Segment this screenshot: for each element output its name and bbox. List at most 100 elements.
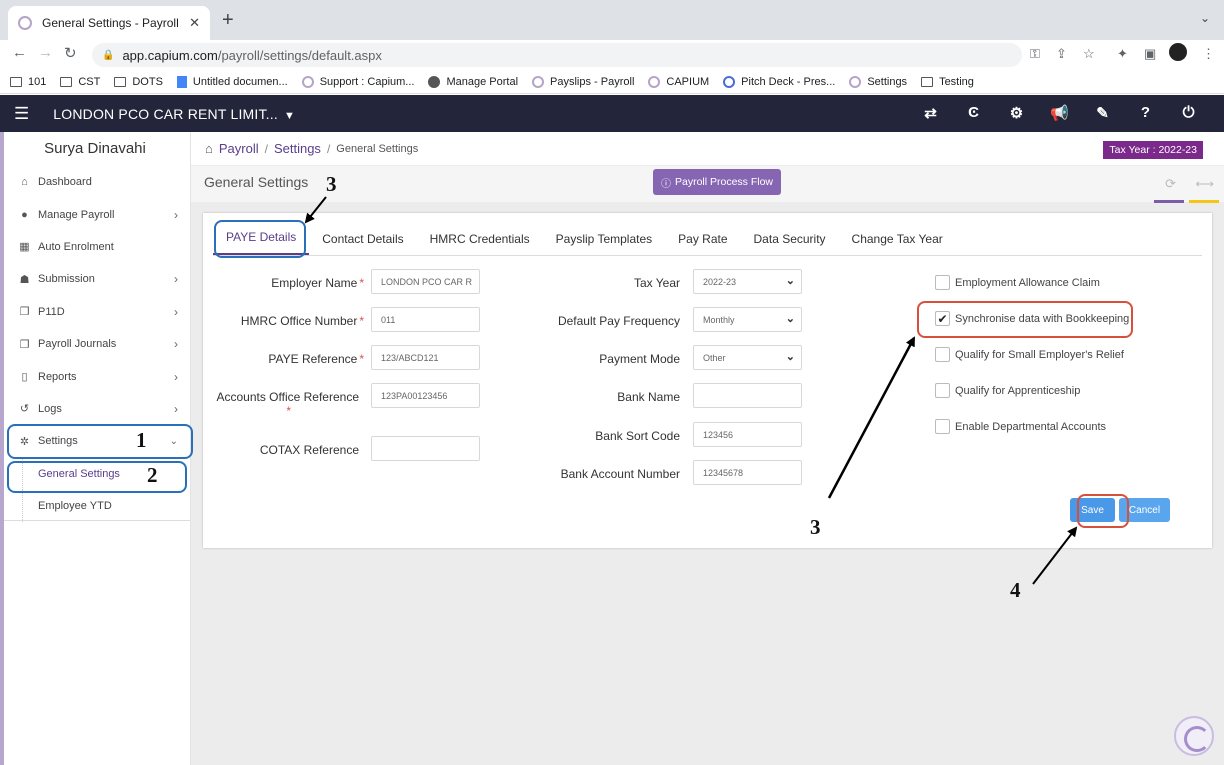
- expand-icon[interactable]: ⟷: [1195, 176, 1214, 192]
- url-input[interactable]: 🔒 app.capium.com/payroll/settings/defaul…: [92, 43, 1022, 67]
- capium-icon[interactable]: Ͼ: [952, 104, 995, 122]
- network-icon[interactable]: ⚙: [995, 104, 1038, 122]
- bookmark-item[interactable]: Pitch Deck - Pres...: [723, 75, 835, 88]
- chevron-down-icon: ⌄: [785, 275, 795, 287]
- sidebar-item-dashboard[interactable]: ⌂ Dashboard: [0, 166, 190, 198]
- bookmark-item[interactable]: Support : Capium...: [301, 75, 414, 88]
- small-employer-relief-checkbox[interactable]: Qualify for Small Employer's Relief: [935, 347, 1124, 362]
- tab-payslip-templates[interactable]: Payslip Templates: [543, 232, 666, 255]
- bookmark-label: Manage Portal: [446, 75, 519, 88]
- key-icon[interactable]: ⚿: [1030, 46, 1040, 62]
- bookmark-item[interactable]: CST: [60, 76, 100, 88]
- back-icon[interactable]: ←: [12, 44, 27, 61]
- browser-tab[interactable]: General Settings - Payroll ✕: [8, 6, 210, 40]
- power-icon[interactable]: ⏻: [1167, 104, 1210, 122]
- required-mark: *: [359, 276, 364, 290]
- sidebar-item-reports[interactable]: ▯ Reports ›: [0, 360, 190, 392]
- breadcrumb-settings[interactable]: Settings: [274, 141, 321, 156]
- main-content: ⌂ Payroll / Settings / General Settings …: [191, 132, 1224, 765]
- sidebar-item-p11d[interactable]: ❐ P11D ›: [0, 296, 190, 328]
- checkbox-label: Qualify for Apprenticeship: [955, 384, 1081, 397]
- tab-data-security[interactable]: Data Security: [741, 232, 839, 255]
- departmental-accounts-checkbox[interactable]: Enable Departmental Accounts: [935, 419, 1106, 434]
- menu-kebab-icon[interactable]: ⋮: [1202, 46, 1215, 62]
- bookmark-item[interactable]: Settings: [849, 75, 907, 88]
- sidebar-item-label: Dashboard: [38, 176, 92, 189]
- history-icon: ↺: [19, 403, 30, 416]
- apprenticeship-checkbox[interactable]: Qualify for Apprenticeship: [935, 383, 1080, 398]
- paye-reference-field[interactable]: 123/ABCD121: [371, 345, 480, 370]
- tab-change-tax-year[interactable]: Change Tax Year: [839, 232, 956, 255]
- sidebar-subitem-label: Employee YTD: [38, 499, 112, 512]
- profile-avatar[interactable]: [1169, 43, 1187, 61]
- users-icon: ☗: [19, 273, 30, 286]
- sidebar-item-auto-enrolment[interactable]: ▦ Auto Enrolment: [0, 231, 190, 263]
- url-path: /payroll/settings/default.aspx: [217, 47, 382, 63]
- accent-bar-purple: [1154, 200, 1184, 203]
- hamburger-menu-icon[interactable]: ☰: [14, 104, 29, 124]
- bookmark-item[interactable]: CAPIUM: [648, 75, 709, 88]
- tax-year-select[interactable]: 2022-23 ⌄: [693, 269, 802, 294]
- employer-name-field[interactable]: LONDON PCO CAR R: [371, 269, 480, 294]
- grid-icon: ▦: [19, 241, 30, 254]
- bookmark-item[interactable]: Payslips - Payroll: [532, 75, 634, 88]
- annotation-number-1: 1: [136, 428, 147, 452]
- accounts-office-reference-field[interactable]: 123PA00123456: [371, 383, 480, 408]
- payment-mode-select[interactable]: Other ⌄: [693, 345, 802, 370]
- share-icon[interactable]: ⇪: [1056, 46, 1067, 62]
- tab-search-chevron-icon[interactable]: ⌄: [1200, 11, 1210, 25]
- sidebar-subitem-employee-ytd[interactable]: Employee YTD: [0, 489, 190, 522]
- page-title-bar: General Settings ⓘ Payroll Process Flow ⟳…: [191, 166, 1224, 202]
- sidebar-item-label: Reports: [38, 370, 77, 383]
- tab-hmrc-credentials[interactable]: HMRC Credentials: [417, 232, 543, 255]
- bookmark-item[interactable]: Manage Portal: [428, 75, 519, 88]
- annotation-box-sync-checkbox: [917, 301, 1133, 338]
- breadcrumb-payroll[interactable]: Payroll: [219, 141, 259, 156]
- extensions-icon[interactable]: ✦: [1117, 46, 1128, 62]
- payroll-process-flow-button[interactable]: ⓘ Payroll Process Flow: [653, 169, 781, 195]
- reload-icon[interactable]: ↻: [64, 44, 77, 62]
- sidebar-item-logs[interactable]: ↺ Logs ›: [0, 393, 190, 425]
- help-icon[interactable]: ?: [1124, 104, 1167, 122]
- bank-name-field[interactable]: [693, 383, 802, 408]
- payment-mode-label: Payment Mode: [599, 352, 680, 366]
- bookmark-item[interactable]: DOTS: [114, 76, 163, 88]
- tab-contact-details[interactable]: Contact Details: [309, 232, 416, 255]
- megaphone-icon[interactable]: 📢: [1038, 104, 1081, 122]
- refresh-icon[interactable]: ⟳: [1165, 176, 1176, 192]
- bank-account-number-field[interactable]: 12345678: [693, 460, 802, 485]
- home-icon[interactable]: ⌂: [205, 141, 213, 156]
- company-selector[interactable]: LONDON PCO CAR RENT LIMIT... ▼: [53, 106, 295, 122]
- employment-allowance-checkbox[interactable]: Employment Allowance Claim: [935, 275, 1100, 290]
- bookmark-item[interactable]: Testing: [921, 76, 974, 88]
- default-pay-frequency-select[interactable]: Monthly ⌄: [693, 307, 802, 332]
- tab-title: General Settings - Payroll: [42, 16, 179, 30]
- checkbox-box: [935, 383, 950, 398]
- forward-icon[interactable]: →: [38, 44, 53, 61]
- star-icon[interactable]: ☆: [1083, 46, 1095, 62]
- label-text: Accounts Office Reference: [216, 390, 359, 404]
- bookmark-label: 101: [28, 75, 47, 88]
- sidebar-item-manage-payroll[interactable]: ● Manage Payroll ›: [0, 198, 190, 230]
- default-pay-frequency-label: Default Pay Frequency: [557, 314, 680, 328]
- required-mark: *: [359, 352, 364, 366]
- sidepanel-icon[interactable]: ▣: [1144, 46, 1156, 62]
- button-label: Payroll Process Flow: [674, 176, 774, 188]
- folder-icon: [60, 76, 73, 87]
- hmrc-office-number-field[interactable]: 011: [371, 307, 480, 332]
- transfer-icon[interactable]: ⇄: [909, 104, 952, 122]
- cotax-reference-field[interactable]: [371, 436, 480, 461]
- ticket-icon[interactable]: ✎: [1081, 104, 1124, 122]
- sidebar-item-submission[interactable]: ☗ Submission ›: [0, 263, 190, 295]
- sidebar-item-payroll-journals[interactable]: ❐ Payroll Journals ›: [0, 328, 190, 360]
- checkbox-label: Employment Allowance Claim: [955, 276, 1100, 289]
- capium-chat-launcher-icon[interactable]: [1174, 716, 1214, 756]
- close-tab-icon[interactable]: ✕: [189, 15, 200, 31]
- hmrc-office-number-label: HMRC Office Number *: [241, 314, 364, 328]
- bookmark-item[interactable]: Untitled documen...: [176, 75, 288, 88]
- new-tab-button[interactable]: +: [222, 9, 234, 32]
- bank-account-number-label: Bank Account Number: [560, 467, 680, 481]
- bank-sort-code-field[interactable]: 123456: [693, 422, 802, 447]
- tab-pay-rate[interactable]: Pay Rate: [665, 232, 740, 255]
- bookmark-item[interactable]: 101: [10, 76, 46, 88]
